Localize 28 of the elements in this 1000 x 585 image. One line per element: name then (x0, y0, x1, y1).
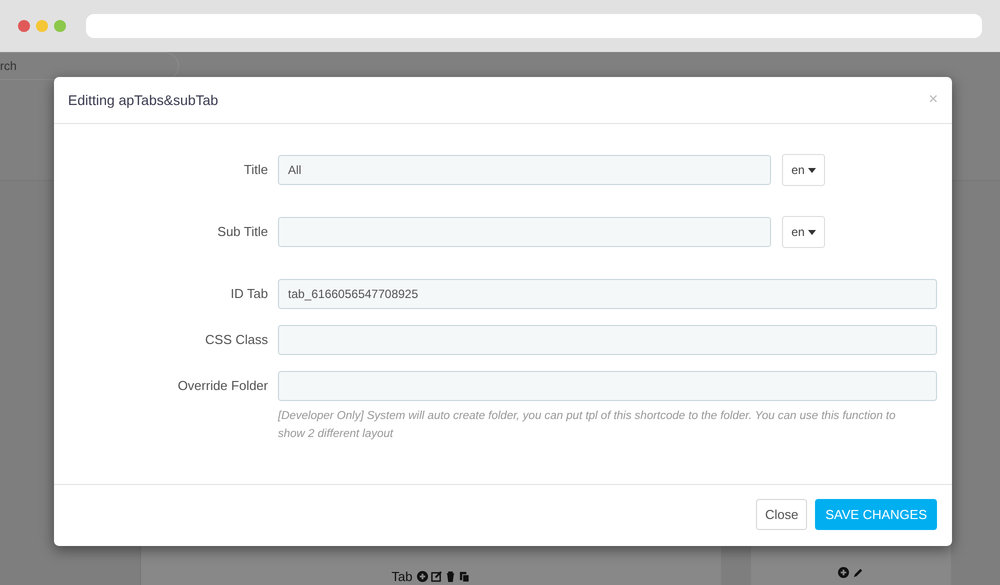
field-label: Override Folder (176, 377, 269, 395)
search-text: rch (0, 59, 17, 73)
input-field[interactable] (278, 217, 771, 247)
field-label: CSS Class (204, 331, 269, 349)
input-field[interactable] (278, 371, 937, 401)
field-label: Sub Title (216, 223, 269, 241)
input-field[interactable]: tab_6166056547708925 (278, 279, 937, 309)
close-button[interactable]: Close (756, 499, 808, 530)
trash-icon[interactable] (445, 571, 456, 582)
field-label: Title (242, 161, 269, 179)
plus-circle-icon[interactable] (838, 567, 849, 578)
caret-icon (808, 230, 816, 234)
language-dropdown[interactable]: en (782, 154, 825, 186)
language-dropdown[interactable]: en (782, 216, 825, 248)
tab-label: Tab (392, 569, 412, 584)
edit-icon[interactable] (431, 571, 442, 582)
caret-icon (808, 168, 816, 172)
plus-circle-icon[interactable] (417, 571, 428, 582)
window-control-dot[interactable] (36, 20, 48, 32)
input-field[interactable]: All (278, 155, 771, 185)
modal-title: Editting apTabs&subTab (68, 92, 218, 108)
copy-icon[interactable] (459, 571, 470, 582)
input-field[interactable] (278, 325, 937, 355)
field-label: ID Tab (230, 285, 269, 303)
help-text: [Developer Only] System will auto create folder, you can put tpl of this shortcode to the folder. You can use this function to show 2 different layout (278, 409, 897, 442)
window-control-dot[interactable] (54, 20, 66, 32)
pencil-icon[interactable] (853, 567, 864, 578)
window-control-dot[interactable] (18, 20, 30, 32)
